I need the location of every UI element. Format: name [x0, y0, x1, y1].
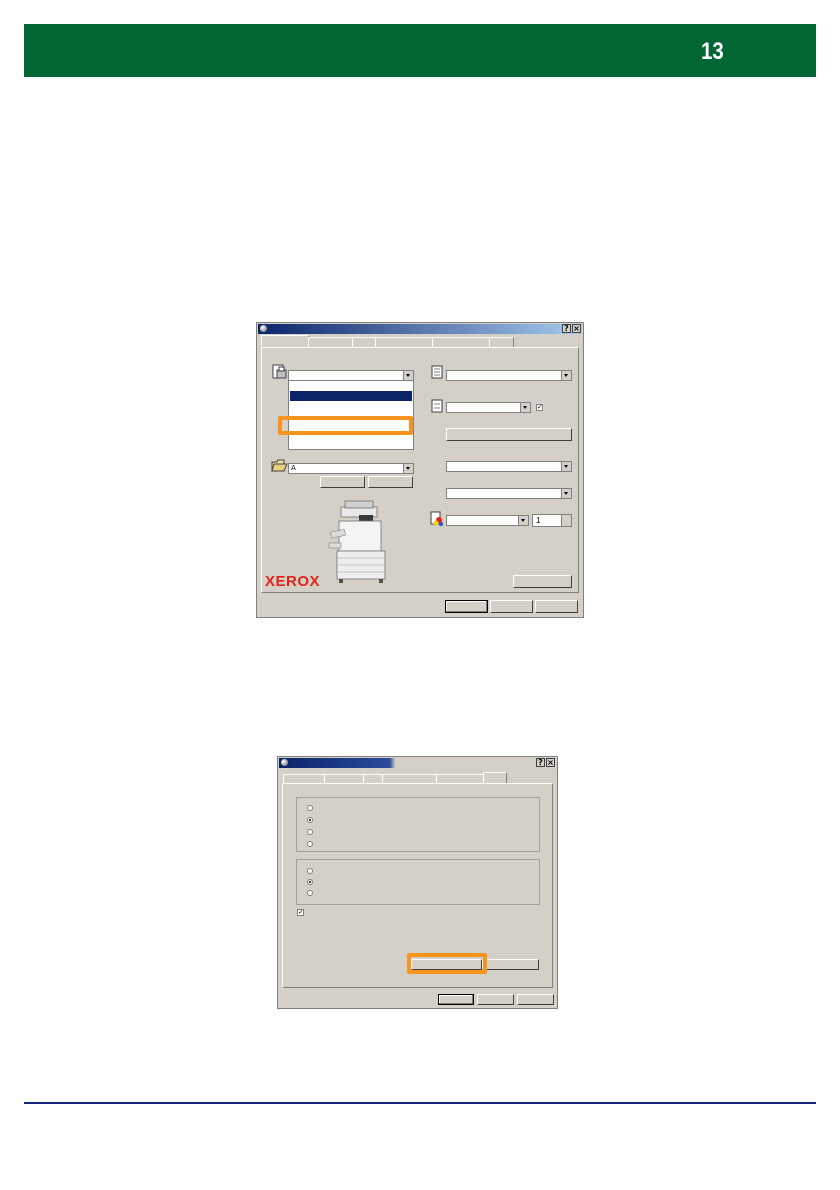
printer-properties-dialog: ? × A XEROX ✓ 1 — [256, 322, 584, 618]
paper-size-icon — [431, 365, 443, 379]
job-type-icon — [272, 364, 287, 379]
radio-group-box-2 — [296, 859, 540, 905]
tab-3[interactable] — [352, 337, 376, 347]
highlight-secure-print — [278, 416, 413, 435]
paper-settings-button[interactable] — [446, 428, 572, 441]
color-mode-select[interactable] — [446, 515, 529, 526]
collated-checkbox[interactable]: ✓ — [536, 404, 543, 411]
help-bottom-button[interactable] — [535, 600, 578, 613]
close-button[interactable]: × — [572, 324, 581, 333]
tab-1[interactable] — [283, 774, 325, 783]
chevron-down-icon — [561, 462, 571, 471]
tab-4[interactable] — [375, 337, 433, 347]
close-button[interactable]: × — [546, 758, 555, 767]
help-button[interactable]: ? — [562, 324, 571, 333]
radio-option-7[interactable] — [307, 890, 313, 896]
printer-app-icon — [260, 325, 267, 332]
help-button[interactable]: ? — [536, 758, 545, 767]
tab-6[interactable] — [489, 337, 514, 347]
defaults-button[interactable] — [513, 575, 572, 588]
radio-option-1[interactable] — [307, 805, 313, 811]
ok-button[interactable] — [438, 994, 474, 1005]
chevron-down-icon — [403, 371, 413, 380]
radio-option-4[interactable] — [307, 841, 313, 847]
orientation-select[interactable] — [446, 488, 572, 499]
tab-5[interactable] — [436, 774, 484, 783]
secondary-button[interactable] — [482, 959, 539, 970]
radio-option-3[interactable] — [307, 829, 313, 835]
highlight-setup-button — [407, 953, 487, 974]
paper-size-select[interactable] — [446, 370, 572, 381]
radio-option-6[interactable] — [307, 879, 313, 885]
tab-5[interactable] — [432, 337, 490, 347]
option-checkbox[interactable]: ✓ — [297, 909, 304, 916]
output-destination-select[interactable] — [446, 461, 572, 472]
cancel-button[interactable] — [490, 600, 533, 613]
text-style-glyph: A — [291, 464, 296, 472]
help-bottom-button[interactable] — [517, 994, 554, 1005]
tab-3[interactable] — [363, 774, 383, 783]
spinner-buttons[interactable] — [561, 515, 571, 526]
tab-4[interactable] — [382, 774, 437, 783]
chevron-down-icon — [561, 371, 571, 380]
printer-illustration — [328, 500, 386, 583]
edit-settings-button[interactable] — [368, 476, 413, 488]
saved-settings-select[interactable]: A — [288, 463, 414, 474]
ok-button[interactable] — [445, 600, 488, 613]
tab-2[interactable] — [308, 337, 353, 347]
folder-icon — [271, 459, 288, 472]
printer-app-icon — [281, 759, 288, 766]
tab-2[interactable] — [324, 774, 364, 783]
two-sided-icon — [431, 399, 443, 413]
chevron-down-icon — [403, 464, 413, 473]
chevron-down-icon — [520, 403, 530, 412]
two-sided-select[interactable] — [446, 402, 531, 413]
cancel-button[interactable] — [477, 994, 514, 1005]
radio-option-2[interactable] — [307, 817, 313, 823]
header-bar: 13 — [24, 24, 816, 77]
chevron-down-icon — [561, 489, 571, 498]
xerox-logo: XEROX — [265, 573, 321, 590]
dialog-title-bar: ? × — [258, 324, 582, 334]
radio-option-5[interactable] — [307, 868, 313, 874]
page-number: 13 — [701, 38, 724, 65]
copies-spinner[interactable]: 1 — [532, 514, 572, 527]
dialog-title-bar: ? × — [279, 758, 556, 768]
secure-print-dialog: ? × ✓ — [277, 756, 558, 1009]
tab-paper-output[interactable] — [261, 335, 309, 346]
list-item-selected[interactable] — [290, 391, 412, 401]
radio-group-box-1 — [296, 797, 540, 852]
job-type-dropdown-list[interactable] — [288, 380, 414, 450]
save-settings-button[interactable] — [320, 476, 365, 488]
chevron-down-icon — [518, 516, 528, 525]
color-mode-icon — [430, 511, 444, 527]
copies-value: 1 — [536, 516, 541, 525]
footer-rule — [24, 1102, 816, 1104]
